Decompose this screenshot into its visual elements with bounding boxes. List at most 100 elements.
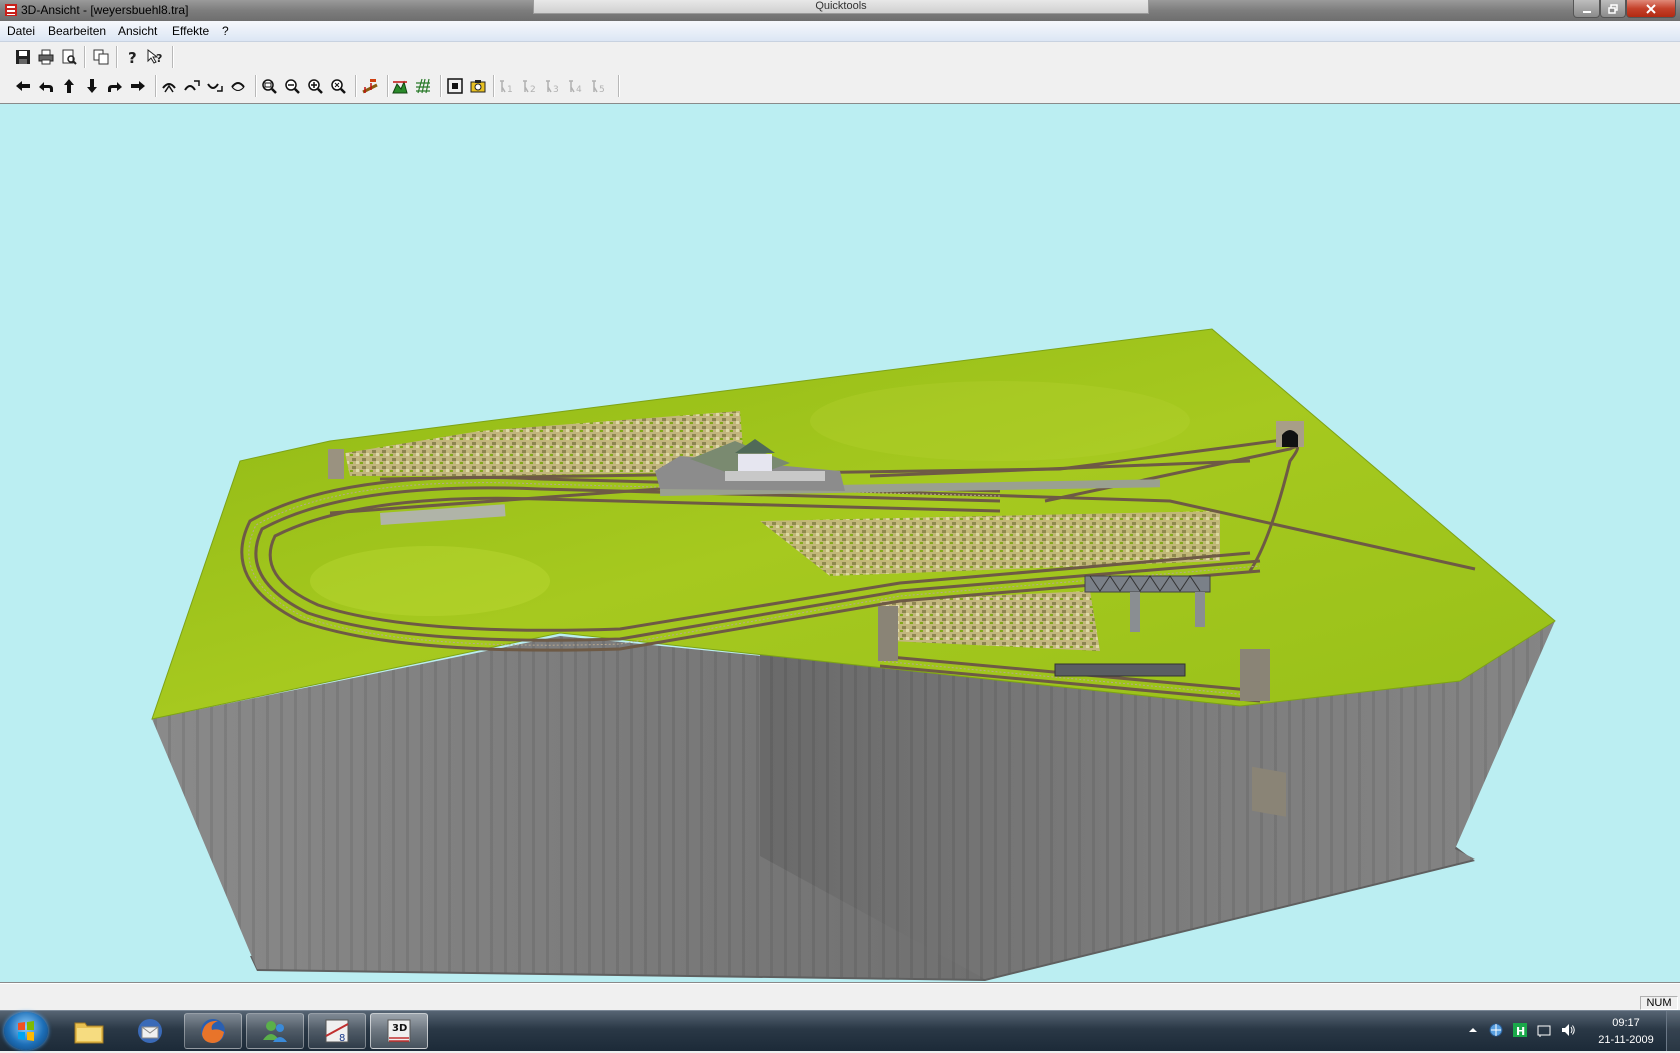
menu-ansicht[interactable]: Ansicht [118, 24, 157, 38]
copy-button[interactable] [91, 47, 111, 67]
clock-date[interactable]: 21-11-2009 [1586, 1034, 1666, 1046]
tilt-button-3[interactable] [205, 76, 225, 96]
rotate-right-button[interactable] [105, 76, 125, 96]
terrain-button[interactable] [390, 76, 410, 96]
terrain-highlight [310, 546, 550, 616]
move-up-button[interactable] [59, 76, 79, 96]
taskbar-thunderbird[interactable] [121, 1013, 179, 1049]
svg-text:H: H [1516, 1025, 1525, 1038]
print-button[interactable] [36, 47, 56, 67]
close-icon [1646, 3, 1656, 14]
arrow-down-icon [87, 79, 97, 93]
track-edit-icon [362, 79, 378, 94]
toolbar-separator [255, 75, 257, 97]
clock-time[interactable]: 09:17 [1586, 1017, 1666, 1029]
svg-text:?: ? [128, 49, 137, 65]
toolbar-separator [155, 75, 157, 97]
tray-h[interactable]: H [1512, 1022, 1528, 1038]
status-bar: NUM [0, 983, 1680, 1010]
wintrack-3d-icon: 3D [387, 1019, 411, 1043]
camera-slot-5-button[interactable]: 5 [589, 76, 609, 96]
tilt-icon-2 [184, 80, 200, 91]
camera-button[interactable] [468, 76, 488, 96]
title-bar: 3D-Ansicht - [weyersbuehl8.tra] Quicktoo… [0, 0, 1680, 21]
taskbar-explorer[interactable] [60, 1013, 118, 1049]
flag-icon [1537, 1025, 1551, 1037]
tilt-button-2[interactable] [182, 76, 202, 96]
tray-network[interactable] [1488, 1022, 1504, 1038]
camera-slot-1-button[interactable]: 1 [497, 76, 517, 96]
taskbar-firefox[interactable] [184, 1013, 242, 1049]
start-button[interactable] [4, 1012, 48, 1050]
zoom-in-button[interactable] [305, 76, 325, 96]
grid-button[interactable] [413, 76, 433, 96]
print-preview-button[interactable] [59, 47, 79, 67]
copy-icon [93, 49, 109, 65]
toolbar-separator [618, 75, 620, 97]
move-down-button[interactable] [82, 76, 102, 96]
tilt-icon-4 [231, 82, 245, 91]
help-button[interactable]: ? [122, 47, 142, 67]
fit-view-button[interactable] [445, 76, 465, 96]
help-icon: ? [128, 49, 137, 65]
camera-slot-icon: 5 [592, 80, 605, 94]
move-left-button[interactable] [13, 76, 33, 96]
windows-logo-icon [18, 1021, 34, 1041]
svg-text:?: ? [156, 52, 162, 65]
thunderbird-icon [138, 1019, 162, 1043]
taskbar: 8 3D H 09:17 21-11-2009 [0, 1010, 1680, 1051]
quicktools-bar[interactable]: Quicktools [533, 0, 1149, 14]
camera-icon [470, 80, 486, 93]
rotate-right-icon [108, 82, 122, 92]
save-button[interactable] [13, 47, 33, 67]
camera-slot-2-button[interactable]: 2 [520, 76, 540, 96]
volume-icon [1562, 1024, 1575, 1036]
grid-icon [416, 78, 430, 94]
menu-datei[interactable]: Datei [7, 24, 35, 38]
view-toolbar: 1 2 3 4 5 [0, 71, 1680, 102]
menu-bearbeiten[interactable]: Bearbeiten [48, 24, 106, 38]
menu-help[interactable]: ? [222, 24, 229, 38]
h-icon: H [1513, 1023, 1527, 1038]
taskbar-wintrack-3d[interactable]: 3D [370, 1013, 428, 1049]
lower-bridge [1054, 663, 1186, 677]
tray-action-center[interactable] [1536, 1022, 1552, 1038]
fit-view-icon [447, 78, 463, 94]
tunnel-portal [1276, 421, 1304, 447]
3d-viewport[interactable] [0, 103, 1680, 983]
camera-slot-icon: 4 [569, 80, 582, 94]
tunnel-portal [1252, 766, 1286, 817]
zoom-all-button[interactable] [328, 76, 348, 96]
toolbar-separator [493, 75, 495, 97]
svg-text:3D: 3D [392, 1023, 407, 1034]
menu-effekte[interactable]: Effekte [172, 24, 209, 38]
rotate-left-button[interactable] [36, 76, 56, 96]
close-button[interactable] [1626, 0, 1676, 18]
taskbar-messenger[interactable] [246, 1013, 304, 1049]
arrow-up-icon [1469, 1028, 1477, 1032]
toolbar-separator [355, 75, 357, 97]
camera-slot-label: 5 [599, 85, 605, 94]
show-desktop-button[interactable] [1666, 1011, 1680, 1051]
minimize-button[interactable] [1573, 0, 1600, 18]
move-right-button[interactable] [128, 76, 148, 96]
terrain-icon [392, 80, 408, 94]
camera-slot-icon: 1 [500, 80, 513, 94]
toolbar-separator [172, 46, 174, 68]
firefox-icon [201, 1019, 225, 1043]
tilt-button-4[interactable] [228, 76, 248, 96]
tilt-icon-3 [207, 83, 223, 92]
track-edit-button[interactable] [360, 76, 380, 96]
tray-volume[interactable] [1560, 1022, 1576, 1038]
context-help-button[interactable]: ? [145, 47, 165, 67]
save-icon [16, 50, 30, 64]
context-help-icon: ? [147, 49, 162, 65]
zoom-window-button[interactable] [259, 76, 279, 96]
maximize-button[interactable] [1600, 0, 1626, 18]
zoom-out-button[interactable] [282, 76, 302, 96]
taskbar-wintrack[interactable]: 8 [308, 1013, 366, 1049]
camera-slot-4-button[interactable]: 4 [566, 76, 586, 96]
camera-slot-3-button[interactable]: 3 [543, 76, 563, 96]
tray-show-hidden[interactable] [1465, 1022, 1481, 1038]
tilt-button-1[interactable] [159, 76, 179, 96]
